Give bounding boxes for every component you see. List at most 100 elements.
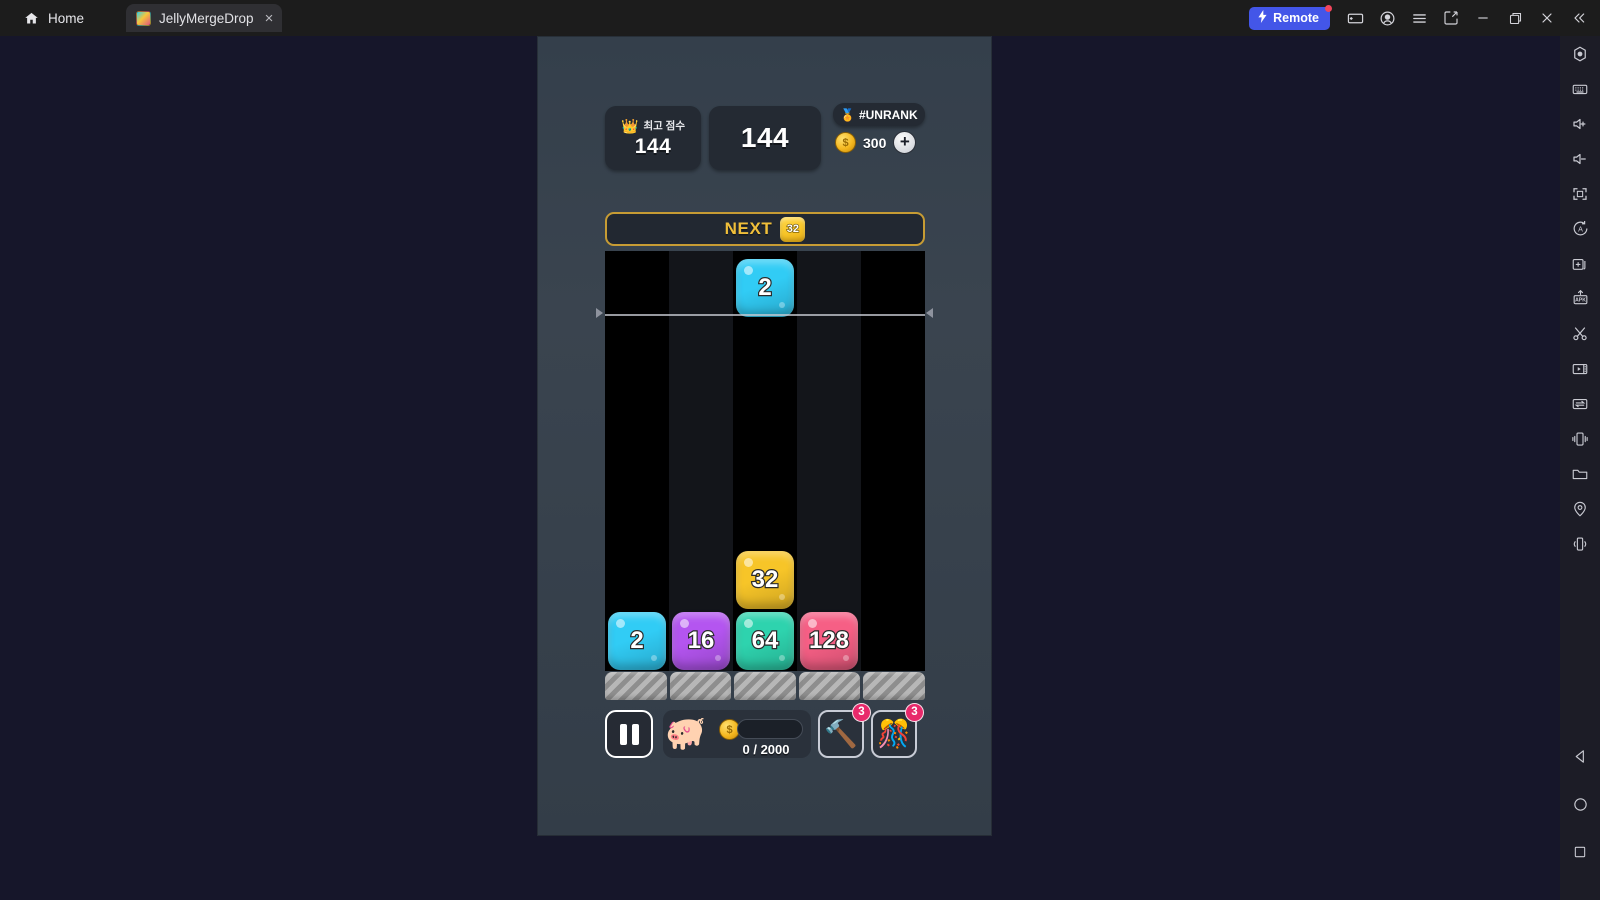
keyboard-icon[interactable] <box>1560 71 1600 106</box>
tile-value: 64 <box>750 626 779 655</box>
coin-value: 300 <box>863 134 887 151</box>
next-tile-preview: 32 <box>780 216 806 242</box>
app-tab-jellymergedrop[interactable]: JellyMergeDrop × <box>126 4 283 32</box>
maximize-icon[interactable] <box>1500 3 1530 33</box>
volume-up-icon[interactable] <box>1560 106 1600 141</box>
close-icon[interactable]: × <box>265 11 274 26</box>
emulator-sidebar: A APK <box>1560 36 1600 900</box>
column-slot-1[interactable] <box>669 672 732 700</box>
window-titlebar: Home JellyMergeDrop × Remote <box>0 0 1600 36</box>
remote-button[interactable]: Remote <box>1249 4 1332 30</box>
tile-value: 128 <box>808 626 850 655</box>
best-score-header: 👑 최고 점수 <box>621 117 685 134</box>
tile-64: 64 <box>736 612 794 670</box>
piggy-bank-icon: 🐖 <box>665 714 707 751</box>
bolt-icon <box>1257 10 1268 26</box>
app-favicon <box>136 10 152 26</box>
piggy-progress-text: 0 / 2000 <box>742 742 790 757</box>
screenshot-icon[interactable] <box>1436 3 1466 33</box>
vibrate-icon[interactable] <box>1560 526 1600 561</box>
minimize-icon[interactable] <box>1468 3 1498 33</box>
column-slot-0[interactable] <box>605 672 667 700</box>
tile-2: 2 <box>736 259 794 317</box>
coin-balance: $ 300 + <box>835 131 917 154</box>
best-score-value: 144 <box>634 135 672 158</box>
tile-highlight <box>616 619 625 628</box>
location-icon[interactable] <box>1560 491 1600 526</box>
tile-value: 16 <box>686 626 715 655</box>
shake-icon[interactable] <box>1560 421 1600 456</box>
volume-down-icon[interactable] <box>1560 141 1600 176</box>
tile-value: 2 <box>757 273 773 302</box>
menu-icon[interactable] <box>1404 3 1434 33</box>
android-recents-icon[interactable] <box>1560 828 1600 876</box>
medal-icon: 🏅 <box>840 107 855 122</box>
tile-32: 32 <box>736 551 794 609</box>
tile-value: 32 <box>750 565 779 594</box>
gamepad-icon[interactable] <box>1340 3 1370 33</box>
pause-icon-bar2 <box>631 723 639 745</box>
tile-highlight-2 <box>779 594 785 600</box>
close-icon[interactable] <box>1532 3 1562 33</box>
media-icon[interactable] <box>1560 351 1600 386</box>
rainbow-powerup-button[interactable]: 🎊 3 <box>871 703 924 758</box>
tile-16: 16 <box>672 612 730 670</box>
column-slot-2[interactable] <box>734 672 796 700</box>
danger-arrow-right-icon <box>926 308 933 318</box>
fullscreen-icon[interactable] <box>1560 176 1600 211</box>
android-back-icon[interactable] <box>1560 732 1600 780</box>
rank-label: #UNRANK <box>858 107 918 122</box>
tile-highlight-2 <box>779 655 785 661</box>
best-score-label: 최고 점수 <box>643 120 685 132</box>
danger-line <box>605 314 925 316</box>
home-label: Home <box>48 10 85 26</box>
hammer-powerup-button[interactable]: 🔨 3 <box>818 703 871 758</box>
tile-highlight-2 <box>843 655 849 661</box>
hammer-powerup-count: 3 <box>852 703 871 722</box>
scissors-icon[interactable] <box>1560 316 1600 351</box>
titlebar-right-group: Remote <box>1249 0 1600 36</box>
file-transfer-icon[interactable] <box>1560 386 1600 421</box>
next-tile-bar: NEXT 32 <box>605 212 925 246</box>
pause-button[interactable] <box>605 710 653 758</box>
account-icon[interactable] <box>1372 3 1402 33</box>
auto-rotate-icon[interactable]: A <box>1560 211 1600 246</box>
best-score-card: 👑 최고 점수 144 <box>605 106 701 170</box>
tile-value: 2 <box>629 626 645 655</box>
tile-2: 2 <box>608 612 666 670</box>
tile-highlight <box>680 619 689 628</box>
home-icon <box>24 11 39 26</box>
rank-badge[interactable]: 🏅 #UNRANK <box>833 103 925 126</box>
svg-text:A: A <box>1578 225 1583 233</box>
tile-highlight <box>744 558 753 567</box>
game-controls: 🐖 $ 0 / 2000 🔨 3 🎊 3 <box>605 703 925 764</box>
next-label: NEXT <box>724 219 773 238</box>
tile-highlight <box>808 619 817 628</box>
folder-icon[interactable] <box>1560 456 1600 491</box>
crown-icon: 👑 <box>621 117 639 134</box>
remote-label: Remote <box>1273 11 1319 25</box>
tile-highlight-2 <box>715 655 721 661</box>
current-score-value: 144 <box>740 122 790 153</box>
current-score-card: 144 <box>709 106 821 170</box>
home-button[interactable]: Home <box>14 0 94 36</box>
add-coins-button[interactable]: + <box>893 131 917 154</box>
column-slot-3[interactable] <box>798 672 861 700</box>
collapse-icon[interactable] <box>1564 3 1594 33</box>
tile-128: 128 <box>800 612 858 670</box>
record-icon[interactable] <box>1560 36 1600 71</box>
android-home-icon[interactable] <box>1560 780 1600 828</box>
column-slot-4[interactable] <box>863 672 925 700</box>
tile-highlight <box>744 266 753 275</box>
apk-install-icon[interactable]: APK <box>1560 281 1600 316</box>
tab-title: JellyMergeDrop <box>159 10 254 26</box>
piggy-progress-bar <box>737 719 803 739</box>
tile-highlight-2 <box>651 655 657 661</box>
multi-instance-icon[interactable] <box>1560 246 1600 281</box>
game-hud: 👑 최고 점수 144 144 🏅 #UNRANK $ 300 + <box>605 103 925 178</box>
hammer-icon: 🔨 <box>824 718 858 749</box>
piggy-bank-panel[interactable]: 🐖 $ 0 / 2000 <box>663 710 811 758</box>
pause-icon <box>619 723 627 745</box>
column-slots <box>605 672 925 700</box>
rainbow-icon: 🎊 <box>877 718 911 749</box>
